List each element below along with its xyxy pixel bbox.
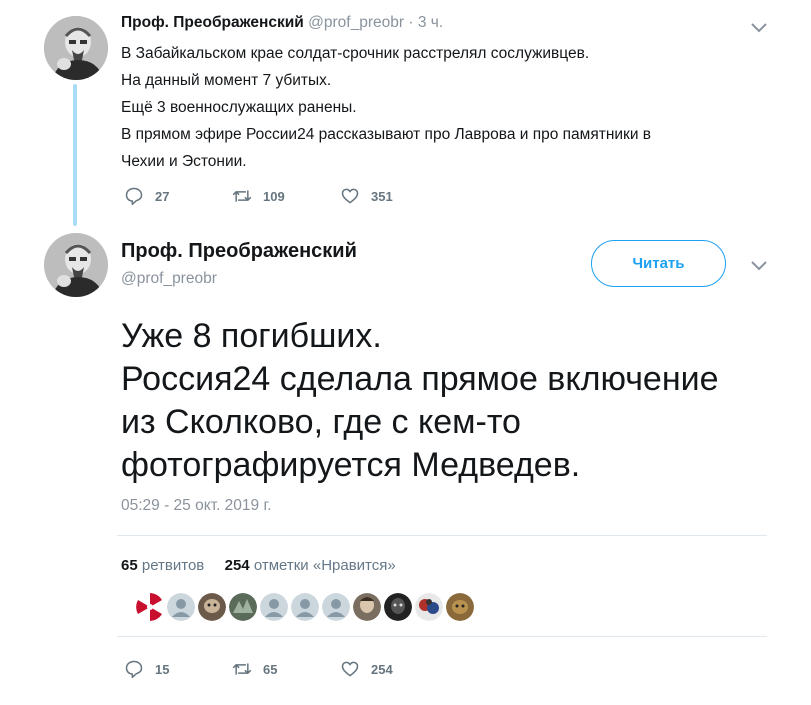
tweet-stats: 65 ретвитов 254 отметки «Нравится»	[121, 557, 396, 574]
tweet-line: Ещё 3 военнослужащих ранены.	[121, 99, 357, 116]
tweet-line: В Забайкальском крае солдат-срочник расс…	[121, 45, 590, 62]
tweet-line: На данный момент 7 убитых.	[121, 72, 332, 89]
liker-avatar[interactable]	[446, 593, 474, 621]
avatar[interactable]	[44, 233, 108, 297]
thread-connector	[73, 84, 77, 226]
retweet-icon	[231, 658, 253, 680]
like-icon	[339, 658, 361, 680]
like-count: 254	[371, 661, 393, 677]
liker-avatar[interactable]	[136, 593, 164, 621]
liker-avatar[interactable]	[198, 593, 226, 621]
retweet-total[interactable]: 65	[121, 557, 138, 574]
retweet-label[interactable]: ретвитов	[142, 557, 204, 574]
reply-icon	[123, 185, 145, 207]
liker-avatars	[136, 593, 477, 621]
like-total[interactable]: 254	[225, 557, 250, 574]
tweet-line: Уже 8 погибших.	[121, 317, 382, 355]
chevron-down-icon[interactable]	[750, 260, 768, 272]
display-name[interactable]: Проф. Преображенский	[121, 14, 304, 31]
tweet-line: фотографируется Медведев.	[121, 446, 581, 484]
separator: ·	[408, 14, 414, 31]
reply-button[interactable]: 15	[123, 658, 195, 680]
tweet-line: Россия24 сделала прямое включение	[121, 360, 719, 398]
tweet1-text: В Забайкальском крае солдат-срочник расс…	[121, 40, 751, 175]
liker-avatar[interactable]	[415, 593, 443, 621]
user-handle[interactable]: @prof_preobr	[121, 270, 217, 288]
like-button[interactable]: 254	[339, 658, 411, 680]
reply-button[interactable]: 27	[123, 185, 195, 207]
tweet2-text: Уже 8 погибших. Россия24 сделала прямое …	[121, 315, 801, 487]
display-name[interactable]: Проф. Преображенский	[121, 240, 357, 263]
divider	[117, 535, 767, 536]
liker-avatar[interactable]	[353, 593, 381, 621]
reply-count: 15	[155, 661, 170, 677]
retweet-count: 109	[263, 188, 285, 204]
follow-button[interactable]: Читать	[591, 240, 726, 287]
like-icon	[339, 185, 361, 207]
user-handle[interactable]: @prof_preobr	[308, 14, 404, 31]
chevron-down-icon[interactable]	[750, 22, 768, 34]
tweet-timestamp[interactable]: 05:29 - 25 окт. 2019 г.	[121, 497, 272, 515]
reply-icon	[123, 658, 145, 680]
like-label[interactable]: отметки «Нравится»	[254, 557, 396, 574]
tweet1-header: Проф. Преображенский @prof_preobr · 3 ч.	[121, 14, 443, 32]
liker-avatar[interactable]	[229, 593, 257, 621]
retweet-button[interactable]: 65	[231, 658, 303, 680]
retweet-button[interactable]: 109	[231, 185, 303, 207]
like-button[interactable]: 351	[339, 185, 411, 207]
liker-avatar[interactable]	[322, 593, 350, 621]
tweet-line: Чехии и Эстонии.	[121, 153, 247, 170]
reply-count: 27	[155, 188, 170, 204]
tweet-line: из Сколково, где с кем-то	[121, 403, 521, 441]
divider	[117, 636, 767, 637]
liker-avatar[interactable]	[167, 593, 195, 621]
liker-avatar[interactable]	[260, 593, 288, 621]
tweet-line: В прямом эфире России24 рассказывают про…	[121, 126, 652, 143]
tweet-time[interactable]: 3 ч.	[418, 14, 443, 31]
like-count: 351	[371, 188, 393, 204]
avatar[interactable]	[44, 16, 108, 80]
retweet-count: 65	[263, 661, 278, 677]
tweet2-actions: 15 65 254	[123, 658, 447, 680]
retweet-icon	[231, 185, 253, 207]
liker-avatar[interactable]	[291, 593, 319, 621]
liker-avatar[interactable]	[384, 593, 412, 621]
tweet1-actions: 27 109 351	[123, 185, 447, 207]
